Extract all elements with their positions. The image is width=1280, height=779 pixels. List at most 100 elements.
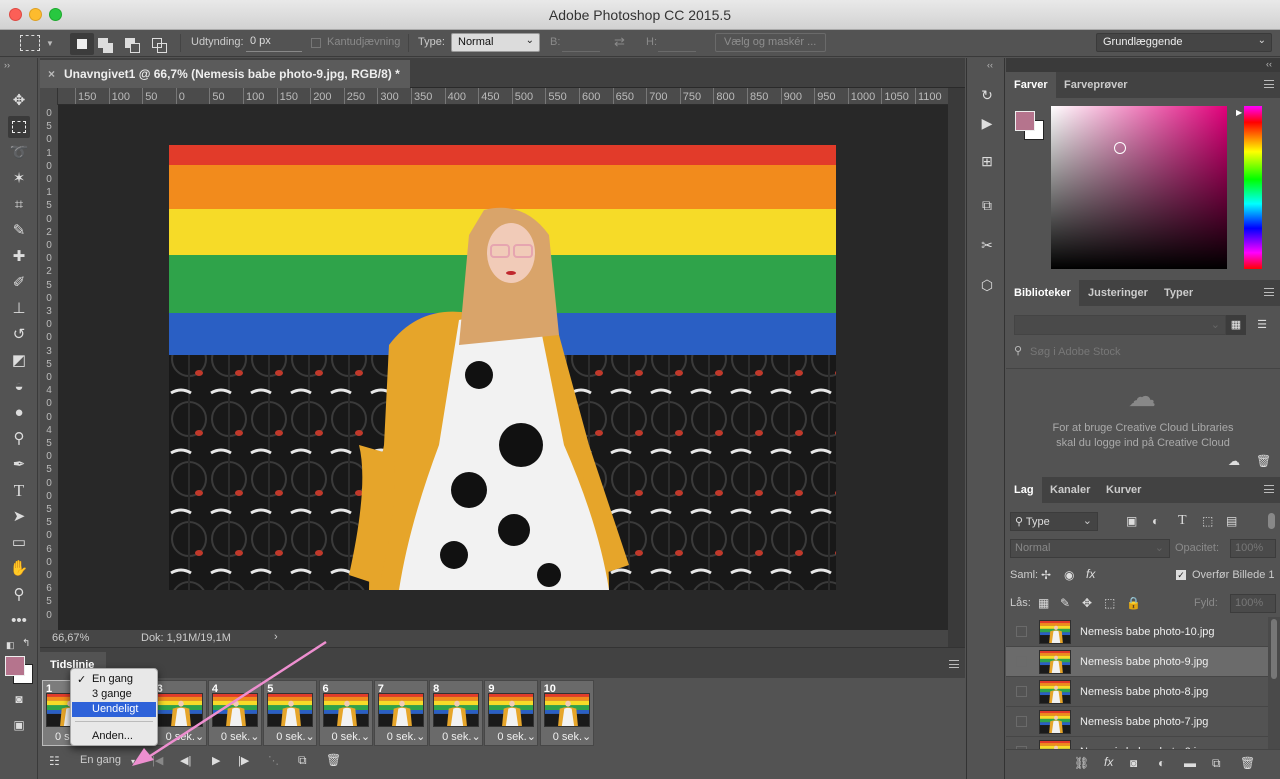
antialias-checkbox[interactable] <box>311 38 321 48</box>
opacity-input[interactable]: 100% <box>1230 539 1276 558</box>
swap-icon[interactable]: ⇄ <box>614 34 625 50</box>
add-selection-icon[interactable] <box>98 38 113 53</box>
new-group-icon[interactable]: ▬ <box>1184 756 1196 770</box>
unify-position-icon[interactable]: ✢ <box>1041 568 1051 582</box>
healing-brush-tool-icon[interactable]: ✚ <box>8 246 30 268</box>
layer-row[interactable]: Nemesis babe photo-8.jpg <box>1006 677 1268 707</box>
lock-artboard-icon[interactable]: ⬚ <box>1104 596 1115 610</box>
select-and-mask-button[interactable]: Vælg og maskér ... <box>715 33 826 52</box>
tab-libraries[interactable]: Biblioteker <box>1006 280 1079 306</box>
stock-search-input[interactable]: Søg i Adobe Stock <box>1030 346 1121 358</box>
lock-all-icon[interactable]: 🔒 <box>1126 596 1141 610</box>
collapse-icon[interactable]: ›› <box>4 60 10 70</box>
layer-row[interactable]: Nemesis babe photo-9.jpg <box>1006 647 1268 677</box>
frame-delay[interactable]: 0 sek.⌄ <box>442 730 481 743</box>
frame-delay[interactable]: 0 sek.⌄ <box>387 730 426 743</box>
collapse-icon[interactable]: ‹‹ <box>987 60 993 70</box>
rectangle-tool-icon[interactable]: ▭ <box>8 532 30 554</box>
hue-slider[interactable] <box>1244 106 1262 269</box>
layer-row[interactable]: Nemesis babe photo-6.jpg <box>1006 737 1268 749</box>
lock-position-icon[interactable]: ✥ <box>1082 596 1092 610</box>
eyedropper-tool-icon[interactable]: ✎ <box>8 220 30 242</box>
path-selection-tool-icon[interactable]: ➤ <box>8 506 30 528</box>
layer-visibility-toggle[interactable] <box>1016 716 1027 727</box>
layer-style-icon[interactable]: fx <box>1104 755 1113 769</box>
hue-slider-handle[interactable]: ▶ <box>1236 108 1242 117</box>
crop-tool-icon[interactable]: ⌗ <box>8 194 30 216</box>
panel-menu-icon[interactable] <box>1264 288 1274 296</box>
subtract-selection-icon[interactable] <box>125 38 140 53</box>
hand-tool-icon[interactable]: ✋ <box>8 558 30 580</box>
filter-shape-icon[interactable]: ⬚ <box>1202 514 1213 528</box>
brush-tool-icon[interactable]: ✐ <box>8 272 30 294</box>
foreground-color-chip[interactable] <box>1015 111 1035 131</box>
panel-menu-icon[interactable] <box>1264 80 1274 88</box>
layer-visibility-toggle[interactable] <box>1016 686 1027 697</box>
frame-delay[interactable]: 0 sek.⌄ <box>553 730 592 743</box>
tab-swatches[interactable]: Farveprøver <box>1056 72 1136 98</box>
color-picker-handle[interactable] <box>1114 142 1126 154</box>
marquee-tool-icon[interactable] <box>8 116 30 138</box>
loop-options-select[interactable]: En gang <box>80 754 121 766</box>
collapse-icon[interactable]: ‹‹ <box>1266 59 1272 69</box>
move-tool-icon[interactable]: ✥ <box>8 90 30 112</box>
feather-input[interactable]: 0 px <box>246 33 302 52</box>
layer-visibility-toggle[interactable] <box>1016 656 1027 667</box>
grid-view-icon[interactable]: ▦ <box>1226 315 1246 335</box>
link-layers-icon[interactable]: ⛓ <box>1074 756 1089 770</box>
panel-menu-icon[interactable] <box>1264 485 1274 493</box>
layer-visibility-toggle[interactable] <box>1016 626 1027 637</box>
filter-smart-object-icon[interactable]: ▤ <box>1226 514 1237 528</box>
timeline-frame[interactable]: 90 sek.⌄ <box>484 680 539 746</box>
timeline-frame[interactable]: 70 sek.⌄ <box>373 680 428 746</box>
layer-row[interactable]: Nemesis babe photo-10.jpg <box>1006 617 1268 647</box>
timeline-frame[interactable]: 80 sek.⌄ <box>429 680 484 746</box>
intersect-selection-icon[interactable] <box>152 38 167 53</box>
trash-icon[interactable]: 🗑 <box>1256 454 1271 468</box>
foreground-color-swatch[interactable] <box>5 656 25 676</box>
trash-icon[interactable]: 🗑 <box>1240 756 1255 770</box>
filter-pixel-icon[interactable]: ▣ <box>1126 514 1137 528</box>
panel-menu-icon[interactable] <box>949 660 959 668</box>
tab-layers[interactable]: Lag <box>1006 477 1042 503</box>
properties-icon[interactable]: ⊞ <box>976 150 998 172</box>
new-adjustment-layer-icon[interactable]: ◐ <box>1158 756 1165 770</box>
zoom-level[interactable]: 66,67% <box>52 632 89 644</box>
color-field[interactable] <box>1051 106 1227 269</box>
swap-colors-icon[interactable]: ↰ <box>22 638 30 649</box>
close-icon[interactable]: × <box>48 67 55 81</box>
document-image[interactable] <box>169 145 836 590</box>
layer-row[interactable]: Nemesis babe photo-7.jpg <box>1006 707 1268 737</box>
tab-adjustments[interactable]: Justeringer <box>1080 280 1156 306</box>
filter-adjustment-icon[interactable]: ◐ <box>1152 514 1159 528</box>
eraser-tool-icon[interactable]: ◩ <box>8 350 30 372</box>
layer-filter-select[interactable]: ⚲ Type ⌄ <box>1010 512 1098 531</box>
propagate-frame-checkbox[interactable]: ✓ <box>1176 570 1186 580</box>
blur-tool-icon[interactable]: ● <box>8 402 30 424</box>
library-select[interactable]: ⌄ <box>1014 315 1226 335</box>
magic-wand-tool-icon[interactable]: ✶ <box>8 168 30 190</box>
blend-mode-select[interactable]: Normal ⌄ <box>1010 539 1170 558</box>
filter-toggle[interactable] <box>1268 513 1275 529</box>
tab-color[interactable]: Farver <box>1006 72 1056 98</box>
timeline-frame[interactable]: 10 0 sek.⌄ <box>539 680 594 746</box>
paint-bucket-tool-icon[interactable]: ◒ <box>8 376 30 398</box>
list-view-icon[interactable]: ☰ <box>1252 315 1272 335</box>
width-input[interactable] <box>562 51 600 52</box>
3d-icon[interactable]: ⬡ <box>976 274 998 296</box>
history-brush-tool-icon[interactable]: ↺ <box>8 324 30 346</box>
lock-pixels-icon[interactable]: ✎ <box>1060 596 1070 610</box>
height-input[interactable] <box>658 51 696 52</box>
unify-style-icon[interactable]: fx <box>1086 567 1095 581</box>
new-layer-icon[interactable]: ⧉ <box>1212 756 1221 771</box>
tab-styles[interactable]: Typer <box>1156 280 1201 306</box>
style-select[interactable]: Normal ⌄ <box>451 33 540 52</box>
frame-delay[interactable]: 0 sek.⌄ <box>332 730 371 743</box>
clone-stamp-tool-icon[interactable]: ⊥ <box>8 298 30 320</box>
document-tab[interactable]: × Unavngivet1 @ 66,7% (Nemesis babe phot… <box>40 60 410 88</box>
unify-visibility-icon[interactable]: ◉ <box>1064 568 1074 582</box>
type-tool-icon[interactable]: T <box>8 480 30 502</box>
layers-scrollbar[interactable] <box>1268 617 1280 749</box>
workspace-select[interactable]: Grundlæggende ⌄ <box>1096 33 1272 52</box>
ruler-origin[interactable] <box>40 88 58 105</box>
